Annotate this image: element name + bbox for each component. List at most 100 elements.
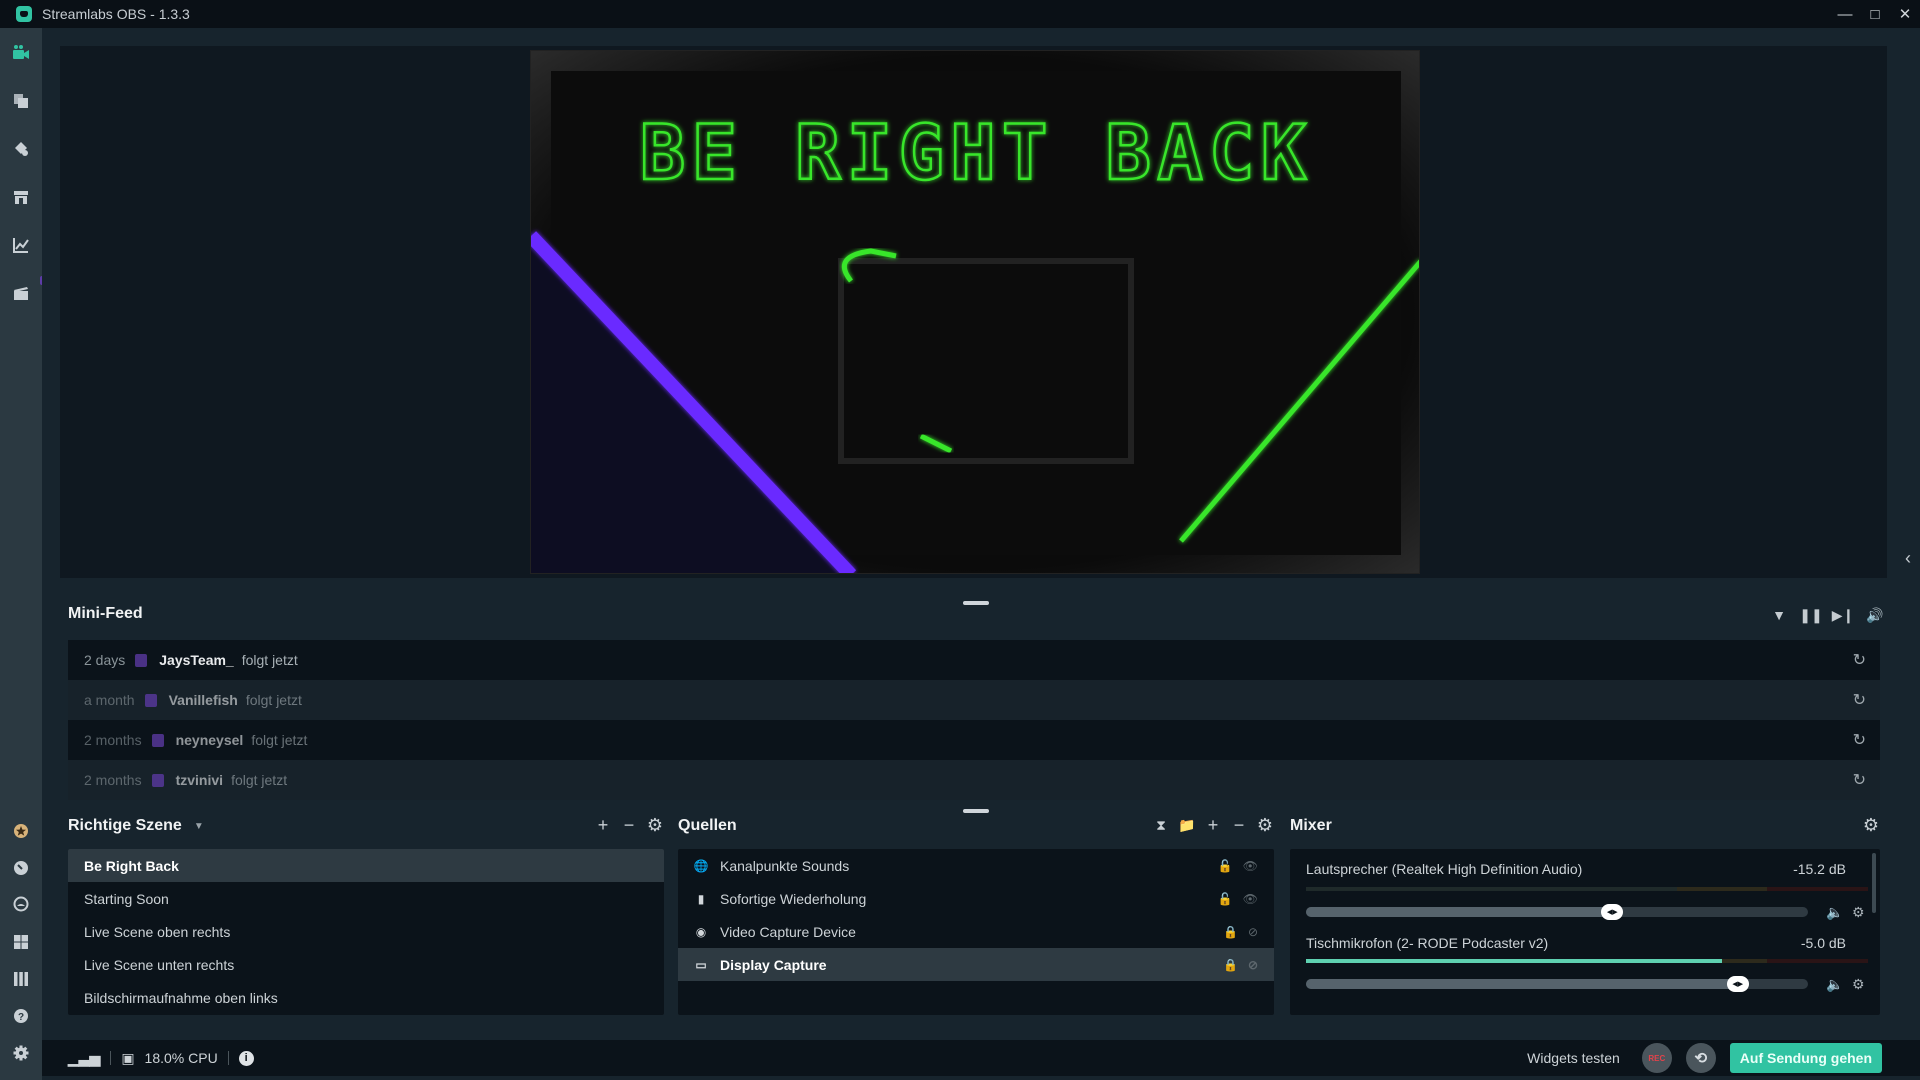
replay-alert-icon[interactable]: ↻ — [1853, 730, 1866, 750]
scene-label: Starting Soon — [84, 890, 169, 907]
video-camera-icon[interactable] — [10, 42, 32, 64]
feed-user: Vanillefish — [168, 692, 238, 708]
mixer-channel: Tischmikrofon (2- RODE Podcaster v2) -5.… — [1304, 935, 1868, 1021]
twitch-icon — [151, 773, 164, 787]
maximize-button[interactable]: □ — [1860, 0, 1890, 28]
eye-icon[interactable]: 👁 — [1243, 859, 1258, 873]
channel-db: -15.2 dB — [1793, 861, 1846, 877]
add-scene-button[interactable]: + — [594, 815, 612, 836]
scene-label: Live Scene unten rechts — [84, 956, 235, 973]
replay-alert-icon[interactable]: ↻ — [1853, 690, 1866, 710]
dock-resize-handle[interactable] — [963, 809, 989, 813]
unlock-icon[interactable]: 🔓 — [1218, 892, 1233, 906]
mixer-title: Mixer — [1290, 817, 1332, 834]
feed-action: folgt jetzt — [241, 652, 298, 668]
chat-icon[interactable] — [10, 894, 32, 916]
source-settings-gear-icon[interactable]: ⚙ — [1256, 815, 1274, 836]
lock-icon[interactable]: 🔒 — [1223, 958, 1238, 972]
feed-time: 2 days — [84, 652, 126, 668]
go-live-button[interactable]: Auf Sendung gehen — [1729, 1043, 1882, 1073]
collapse-panel-chevron-icon[interactable]: ‹ — [1905, 548, 1911, 569]
feed-item: a month Vanillefish folgt jetzt ↻ — [68, 680, 1880, 720]
stream-preview[interactable]: BE RIGHT BACK — [530, 50, 1420, 574]
test-widgets-button[interactable]: Widgets testen — [1527, 1050, 1620, 1066]
window-title: Streamlabs OBS - 1.3.3 — [42, 6, 190, 22]
help-icon[interactable]: ? — [10, 1005, 32, 1027]
speaker-icon[interactable]: 🔈 — [1826, 904, 1843, 921]
mixer-panel: Mixer ⚙ Lautsprecher (Realtek High Defin… — [1290, 815, 1880, 1015]
scene-item[interactable]: Starting Soon — [68, 882, 664, 915]
minifeed-title: Mini-Feed — [68, 605, 143, 622]
close-button[interactable]: ✕ — [1890, 0, 1920, 28]
grid-icon[interactable] — [10, 931, 32, 953]
sources-title: Quellen — [678, 817, 737, 834]
scene-item[interactable]: Live Scene unten rechts — [68, 948, 664, 981]
unlock-icon[interactable]: 🔓 — [1218, 859, 1233, 873]
source-item[interactable]: ▮ Sofortige Wiederholung 🔓 👁 — [678, 882, 1274, 915]
gear-icon[interactable] — [10, 1042, 32, 1064]
channel-gear-icon[interactable]: ⚙ — [1852, 976, 1865, 993]
minimize-button[interactable]: — — [1830, 0, 1860, 28]
clapperboard-icon[interactable]: Neu — [10, 276, 59, 304]
source-item[interactable]: ◉ Video Capture Device 🔒 ⊘ — [678, 915, 1274, 948]
feed-item: 2 days JaysTeam_ folgt jetzt ↻ — [68, 640, 1880, 680]
filter-icon[interactable]: ▼ — [1770, 606, 1788, 624]
source-item[interactable]: ▭ Display Capture 🔒 ⊘ — [678, 948, 1274, 981]
eye-icon[interactable]: 👁 — [1243, 892, 1258, 906]
remove-source-button[interactable]: − — [1230, 815, 1248, 836]
mixer-scrollbar[interactable] — [1872, 853, 1876, 913]
store-icon[interactable] — [10, 186, 32, 208]
chart-icon[interactable] — [10, 234, 32, 256]
skip-icon[interactable]: ▶❙ — [1832, 606, 1855, 624]
title-bar: Streamlabs OBS - 1.3.3 — □ ✕ — [0, 0, 1920, 28]
minifeed-controls: ▼ ❚❚ ▶❙ 🔊 — [1770, 606, 1884, 624]
record-button[interactable]: REC — [1641, 1043, 1672, 1073]
star-badge-icon[interactable] — [10, 820, 32, 842]
replay-buffer-icon[interactable]: ⟲ — [1685, 1043, 1716, 1073]
webcam-icon: ◉ — [695, 924, 707, 939]
puzzle-icon[interactable] — [10, 138, 32, 160]
gauge-icon[interactable] — [10, 857, 32, 879]
lock-icon[interactable]: 🔒 — [1223, 925, 1238, 939]
feed-action: folgt jetzt — [231, 772, 288, 788]
pause-icon[interactable]: ❚❚ — [1799, 606, 1822, 624]
feed-time: 2 months — [84, 732, 142, 748]
source-item[interactable]: 🌐 Kanalpunkte Sounds 🔓 👁 — [678, 849, 1274, 882]
volume-fader[interactable]: ◀▶ — [1306, 904, 1808, 920]
stats-bar-chart-icon[interactable]: ▁▃▅ — [68, 1050, 100, 1067]
layers-icon[interactable] — [10, 90, 32, 112]
scene-item[interactable]: Be Right Back — [68, 849, 664, 882]
scene-item[interactable]: Live Scene oben rechts — [68, 915, 664, 948]
twitch-icon — [144, 693, 157, 707]
eye-hidden-icon[interactable]: ⊘ — [1248, 958, 1258, 972]
feed-user: JaysTeam_ — [159, 652, 234, 668]
minifeed-header: Mini-Feed — [68, 605, 1888, 623]
sources-panel: Quellen ⧗ 📁 + − ⚙ 🌐 Kanalpunkte Sounds 🔓… — [678, 815, 1274, 1015]
columns-icon[interactable] — [10, 968, 32, 990]
channel-gear-icon[interactable]: ⚙ — [1852, 904, 1865, 921]
replay-alert-icon[interactable]: ↻ — [1853, 770, 1866, 790]
volume-fader[interactable]: ◀▶ — [1306, 976, 1808, 992]
volume-icon[interactable]: 🔊 — [1866, 606, 1884, 624]
add-source-button[interactable]: + — [1204, 815, 1222, 836]
add-folder-icon[interactable]: 📁 — [1178, 817, 1196, 834]
scene-item[interactable]: Bildschirmaufnahme oben links — [68, 981, 664, 1014]
cpu-chip-icon: ▣ — [121, 1049, 135, 1066]
info-icon[interactable]: i — [238, 1050, 254, 1066]
channel-name: Tischmikrofon (2- RODE Podcaster v2) — [1306, 935, 1549, 951]
chevron-down-icon[interactable]: ▼ — [194, 821, 204, 832]
remove-scene-button[interactable]: − — [620, 815, 638, 836]
scene-collection-title[interactable]: Richtige Szene — [68, 817, 182, 835]
mixer-settings-gear-icon[interactable]: ⚙ — [1862, 815, 1880, 836]
fader-handle[interactable]: ◀▶ — [1601, 904, 1624, 920]
mixer-channels: Lautsprecher (Realtek High Definition Au… — [1290, 849, 1880, 1015]
fader-handle[interactable]: ◀▶ — [1726, 976, 1749, 992]
feed-item: 2 months tzvinivi folgt jetzt ↻ — [68, 760, 1880, 800]
speaker-icon[interactable]: 🔈 — [1826, 976, 1843, 993]
volume-meter — [1306, 959, 1868, 963]
eye-hidden-icon[interactable]: ⊘ — [1248, 925, 1258, 939]
broadcast-icon[interactable]: ⧗ — [1152, 817, 1170, 834]
replay-alert-icon[interactable]: ↻ — [1853, 650, 1866, 670]
feed-action: folgt jetzt — [245, 692, 302, 708]
scene-settings-gear-icon[interactable]: ⚙ — [646, 815, 664, 836]
